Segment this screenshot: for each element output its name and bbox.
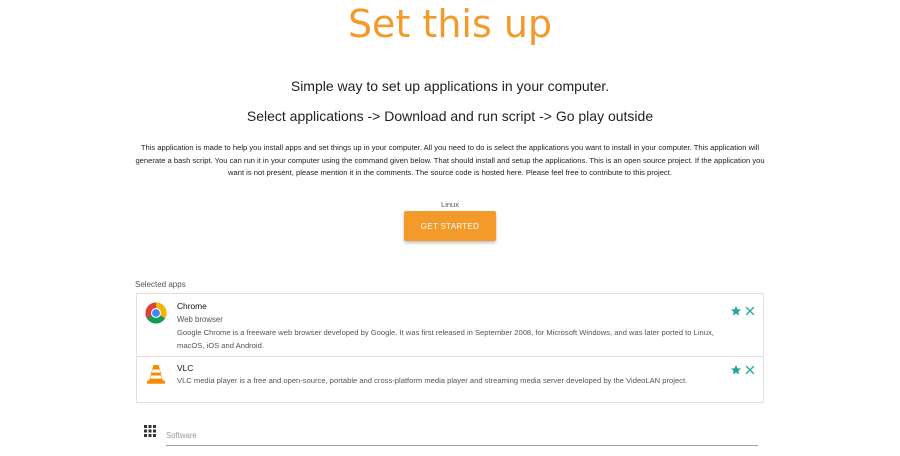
app-type: Web browser (177, 315, 223, 324)
software-search (136, 418, 760, 448)
app-description: VLC media player is a free and open-sour… (177, 376, 688, 385)
close-icon[interactable] (744, 364, 756, 376)
steps-tagline: Select applications -> Download and run … (246, 108, 654, 124)
vlc-cone-icon (145, 363, 167, 385)
app-name: VLC (177, 363, 194, 373)
page: Set this up Simple way to set up applica… (0, 0, 900, 456)
os-label: Linux (441, 200, 459, 209)
app-name: Chrome (177, 301, 207, 311)
app-item-vlc: VLC VLC media player is a free and open-… (137, 357, 763, 403)
selected-apps-list: Chrome Web browser Google Chrome is a fr… (136, 293, 764, 403)
intro-description: This application is made to help you ins… (135, 143, 765, 178)
app-description: Google Chrome is a freeware web browser … (177, 328, 714, 350)
tagline: Simple way to set up applications in you… (290, 78, 610, 94)
software-search-input[interactable] (166, 425, 758, 446)
close-icon[interactable] (744, 305, 756, 317)
star-icon[interactable] (730, 364, 742, 376)
app-item-chrome: Chrome Web browser Google Chrome is a fr… (137, 294, 763, 357)
star-icon[interactable] (730, 305, 742, 317)
chrome-icon (145, 302, 167, 324)
selected-apps-label: Selected apps (135, 280, 186, 289)
get-started-button[interactable]: GET STARTED (404, 211, 496, 241)
page-title: Set this up (347, 2, 553, 46)
apps-grid-icon (144, 424, 156, 437)
